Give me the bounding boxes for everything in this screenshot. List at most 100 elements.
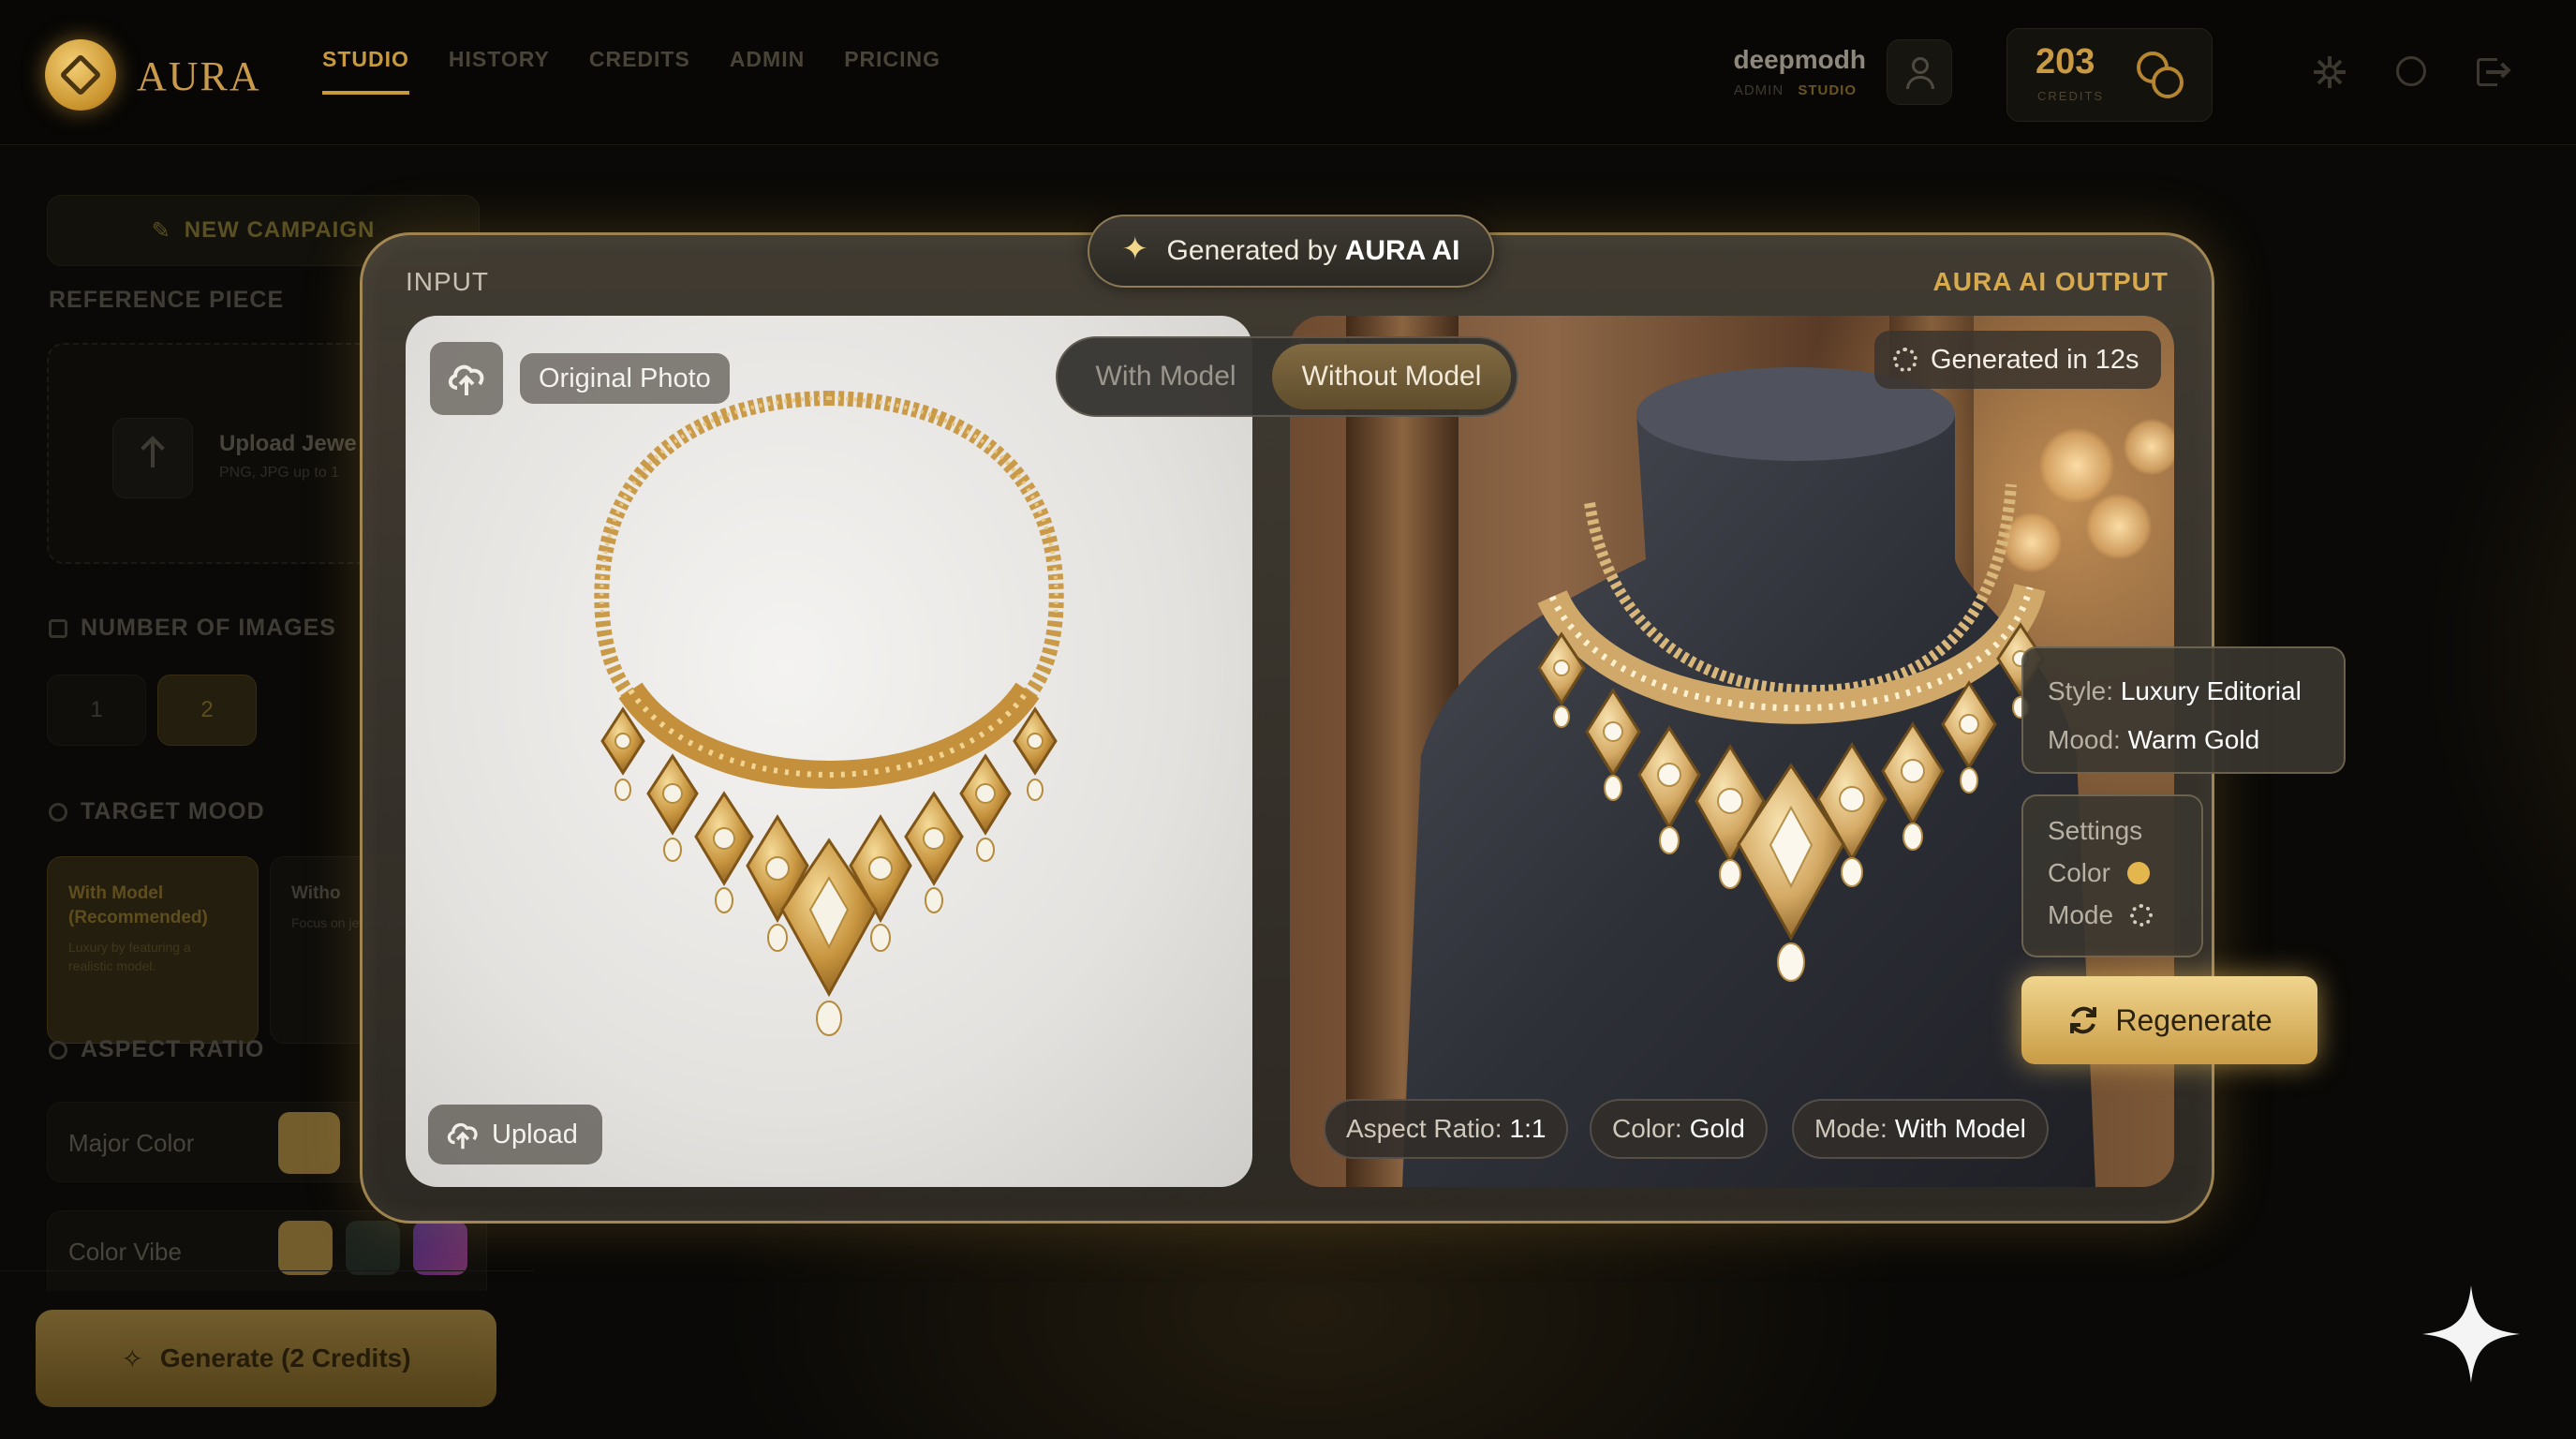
settings-color-row[interactable]: Color <box>2048 852 2177 894</box>
number-label-text: NUMBER OF IMAGES <box>81 615 336 641</box>
settings-card: Settings Color Mode <box>2021 794 2203 957</box>
major-color-swatch[interactable] <box>278 1112 340 1174</box>
nav-studio[interactable]: STUDIO <box>322 47 409 95</box>
settings-mode-row[interactable]: Mode <box>2048 894 2177 936</box>
user-meta: ADMIN STUDIO <box>1621 82 1866 98</box>
app-name[interactable]: AURA <box>137 52 261 100</box>
credits-label: CREDITS <box>2037 89 2105 103</box>
chip-value: 1:1 <box>1509 1114 1547 1143</box>
nav-history[interactable]: HISTORY <box>449 47 550 95</box>
original-photo-chip: Original Photo <box>520 353 730 404</box>
user-name: deepmodh <box>1733 45 1866 74</box>
refresh-icon <box>2070 1006 2097 1034</box>
top-header: AURA STUDIO HISTORY CREDITS ADMIN PRICIN… <box>0 0 2576 145</box>
main-nav: STUDIO HISTORY CREDITS ADMIN PRICING <box>322 47 940 95</box>
user-avatar-icon[interactable] <box>1887 39 1952 105</box>
user-role: ADMIN <box>1733 82 1784 98</box>
logout-icon[interactable] <box>2477 56 2511 88</box>
style-value: Luxury Editorial <box>2120 676 2302 705</box>
circle-icon[interactable] <box>2396 56 2426 86</box>
gold-dot-icon <box>2126 861 2150 884</box>
badge-prefix: Generated by <box>1166 235 1345 266</box>
generated-time-chip: Generated in 12s <box>1874 331 2162 389</box>
badge-brand: AURA AI <box>1344 235 1460 266</box>
sparkle-star-icon <box>2422 1285 2520 1383</box>
user-info: deepmodh ADMIN STUDIO <box>1621 45 1866 98</box>
mode-spinner-icon <box>2130 903 2154 927</box>
generated-by-badge: Generated by AURA AI <box>1088 215 1494 288</box>
vibe-swatch-gold[interactable] <box>278 1221 333 1275</box>
cloud-upload-icon <box>447 1122 478 1150</box>
cloud-upload-icon <box>449 364 484 395</box>
aspect-ratio-chip[interactable]: Aspect Ratio: 1:1 <box>1324 1099 1569 1159</box>
upload-title: Upload Jewe <box>219 431 357 456</box>
chip-key: Mode: <box>1814 1114 1888 1143</box>
upload-icon <box>112 418 193 498</box>
magic-wand-icon: ✧ <box>121 1343 143 1373</box>
chip-key: Color: <box>1612 1114 1682 1143</box>
input-label: INPUT <box>406 267 489 296</box>
mood-title: With Model (Recommended) <box>68 883 208 927</box>
credits-count: 203 <box>2036 42 2095 82</box>
nav-credits[interactable]: CREDITS <box>589 47 690 95</box>
new-campaign-label: NEW CAMPAIGN <box>184 217 376 243</box>
link-icon <box>49 802 67 822</box>
number-option-2[interactable]: 2 <box>157 675 257 746</box>
aspect-label-text: ASPECT RATIO <box>81 1036 265 1062</box>
sparkle-icon: ✎ <box>151 217 171 244</box>
aspect-label: ASPECT RATIO <box>49 1036 264 1063</box>
toggle-without-model[interactable]: Without Model <box>1272 344 1511 409</box>
mood-key: Mood: <box>2048 725 2121 754</box>
mood-label: TARGET MOOD <box>49 798 265 825</box>
mood-value: Warm Gold <box>2127 725 2260 754</box>
mode-chip[interactable]: Mode: With Model <box>1792 1099 2049 1159</box>
chip-value: Gold <box>1689 1114 1745 1143</box>
major-color-label: Major Color <box>68 1129 195 1157</box>
generate-label: Generate (2 Credits) <box>159 1343 411 1372</box>
aspect-icon <box>49 1040 67 1060</box>
mood-desc: Luxury by featuring a realistic model. <box>68 940 191 973</box>
chip-value: With Model <box>1894 1114 2026 1143</box>
color-vibe-label: Color Vibe <box>68 1238 182 1266</box>
comparison-panel: INPUT AURA AI OUTPUT Generated by AURA A… <box>360 215 2214 1224</box>
vibe-swatch-purple[interactable] <box>413 1221 467 1275</box>
style-info-card: Style: Luxury Editorial Mood: Warm Gold <box>2021 646 2346 774</box>
vibe-swatch-green[interactable] <box>346 1221 400 1275</box>
settings-color-label: Color <box>2048 858 2110 887</box>
coins-icon <box>2137 52 2189 104</box>
mood-row: Mood: Warm Gold <box>2048 716 2319 764</box>
loading-spinner-icon <box>1893 348 1917 372</box>
color-chip[interactable]: Color: Gold <box>1590 1099 1768 1159</box>
model-toggle[interactable]: With Model Without Model <box>1056 336 1518 417</box>
style-row: Style: Luxury Editorial <box>2048 667 2319 716</box>
cloud-upload-button[interactable] <box>430 342 503 415</box>
upload-label: Upload <box>492 1119 578 1150</box>
style-key: Style: <box>2048 676 2114 705</box>
theme-sun-icon[interactable] <box>2314 56 2346 88</box>
aura-logo-icon[interactable] <box>45 39 116 111</box>
nav-pricing[interactable]: PRICING <box>844 47 940 95</box>
number-option-1[interactable]: 1 <box>47 675 146 746</box>
upload-subtitle: PNG, JPG up to 1 <box>219 465 340 481</box>
nav-admin[interactable]: ADMIN <box>730 47 805 95</box>
images-icon <box>49 618 67 638</box>
generate-button[interactable]: ✧ Generate (2 Credits) <box>36 1310 496 1407</box>
reference-label: REFERENCE PIECE <box>49 287 284 314</box>
regenerate-button[interactable]: Regenerate <box>2021 976 2317 1064</box>
sidebar-divider <box>0 1270 534 1271</box>
chip-key: Aspect Ratio: <box>1346 1114 1503 1143</box>
settings-title: Settings <box>2048 816 2143 845</box>
credits-widget[interactable]: 203 CREDITS <box>2006 28 2213 122</box>
upload-button[interactable]: Upload <box>428 1105 602 1165</box>
generated-time: Generated in 12s <box>1931 344 2139 375</box>
output-label: AURA AI OUTPUT <box>1932 267 2169 296</box>
toggle-with-model[interactable]: With Model <box>1063 344 1268 409</box>
badge-text: Generated by AURA AI <box>1167 235 1460 267</box>
input-image[interactable]: Original Photo Upload <box>406 316 1252 1187</box>
user-plan: STUDIO <box>1798 82 1857 98</box>
mood-label-text: TARGET MOOD <box>81 798 265 824</box>
number-label: NUMBER OF IMAGES <box>49 615 336 642</box>
reference-label-text: REFERENCE PIECE <box>49 287 285 313</box>
mood-option-with-model[interactable]: With Model (Recommended) Luxury by featu… <box>47 856 259 1044</box>
settings-mode-label: Mode <box>2048 900 2114 929</box>
